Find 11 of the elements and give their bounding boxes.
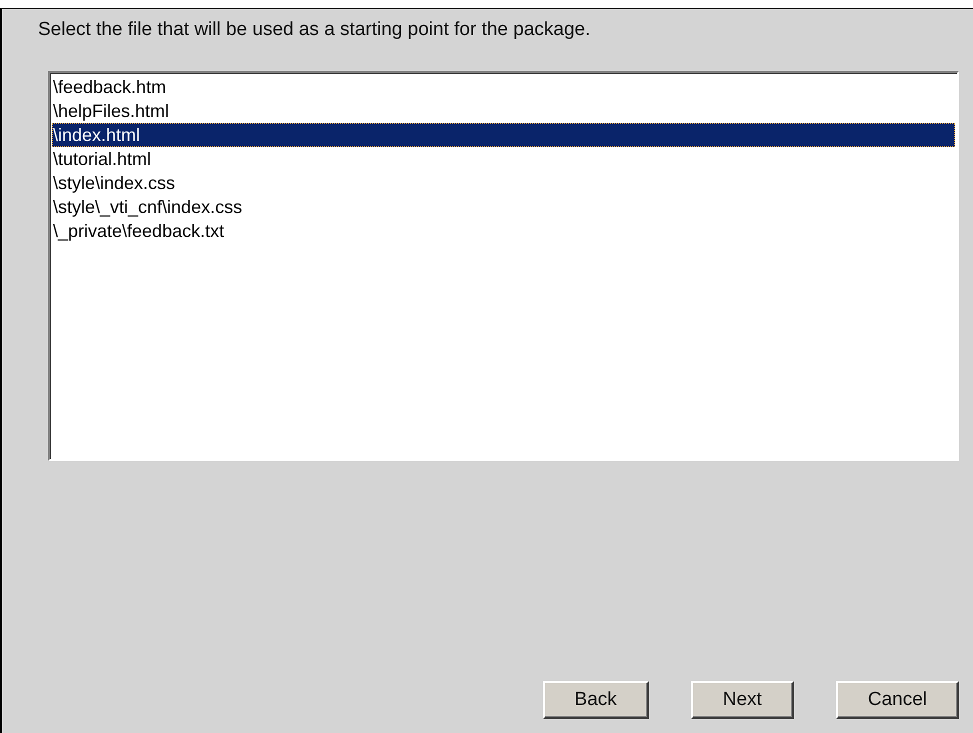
- instruction-text: Select the file that will be used as a starting point for the package.: [38, 19, 592, 41]
- file-list-item[interactable]: \helpFiles.html: [52, 99, 955, 123]
- file-list-item[interactable]: \index.html: [52, 123, 955, 147]
- file-list-item[interactable]: \tutorial.html: [52, 147, 955, 171]
- back-button[interactable]: Back: [542, 681, 649, 719]
- file-list-item[interactable]: \style\_vti_cnf\index.css: [52, 195, 955, 219]
- next-button[interactable]: Next: [690, 681, 794, 719]
- file-list-item[interactable]: \_private\feedback.txt: [52, 219, 955, 243]
- file-list-item[interactable]: \feedback.htm: [52, 75, 955, 99]
- file-list-item[interactable]: \style\index.css: [52, 171, 955, 195]
- cancel-button[interactable]: Cancel: [836, 681, 959, 719]
